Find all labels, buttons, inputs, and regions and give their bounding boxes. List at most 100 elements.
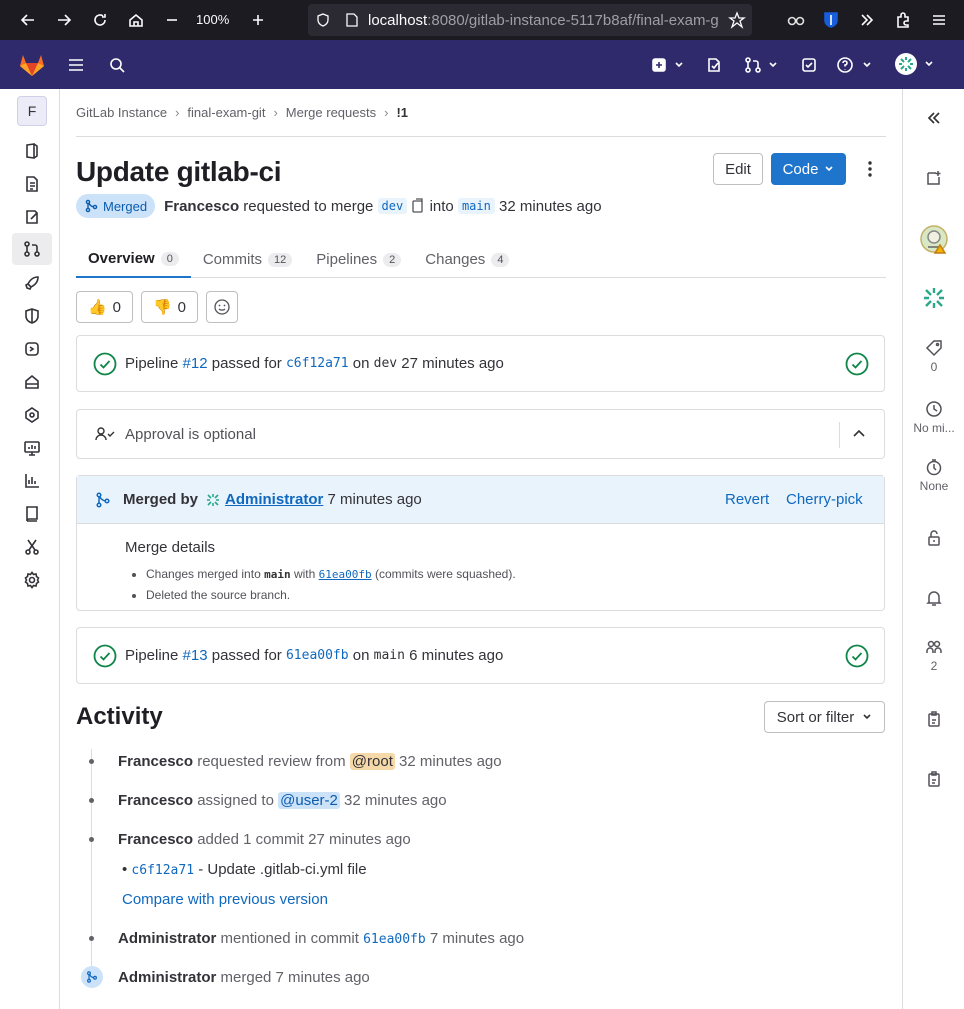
thumbs-down-button[interactable]: 👎 0	[141, 291, 198, 323]
merged-by-user-link[interactable]: Administrator	[225, 491, 323, 508]
zoom-in-icon[interactable]	[247, 9, 269, 31]
add-todo-icon[interactable]	[903, 169, 964, 190]
manage-icon[interactable]	[23, 175, 41, 193]
menu-icon[interactable]	[928, 9, 950, 31]
monitor-icon[interactable]	[23, 406, 41, 424]
target-branch[interactable]: main	[457, 198, 495, 214]
wiki-icon[interactable]	[23, 505, 41, 523]
timeline-dot	[89, 759, 94, 764]
chevron-up-icon[interactable]	[851, 426, 867, 442]
pipeline-stage-passed-icon[interactable]	[845, 352, 869, 376]
labels-icon[interactable]: 0	[903, 339, 964, 374]
plan-icon[interactable]	[23, 208, 41, 226]
breadcrumb-item-current[interactable]: !1	[396, 105, 408, 120]
analyze-icon[interactable]	[23, 439, 41, 457]
bookmark-star-icon[interactable]	[728, 11, 746, 29]
zoom-out-icon[interactable]	[161, 9, 183, 31]
operate-icon[interactable]	[23, 373, 41, 391]
commit-link[interactable]: c6f12a71	[131, 863, 194, 878]
tab-overview[interactable]: Overview 0	[76, 241, 191, 278]
more-actions-icon[interactable]	[858, 153, 882, 185]
merge-commit-link[interactable]: 61ea00fb	[319, 568, 372, 581]
extensions-icon[interactable]	[892, 9, 914, 31]
pipeline-link[interactable]: #13	[183, 647, 208, 664]
notifications-bell-icon[interactable]	[903, 589, 964, 610]
help-icon[interactable]	[836, 54, 874, 76]
shield-icon[interactable]	[315, 12, 331, 28]
add-reaction-button[interactable]	[206, 291, 238, 323]
todo-icon[interactable]	[800, 54, 818, 76]
pipeline-passed-icon[interactable]	[93, 644, 117, 668]
tab-pipelines[interactable]: Pipelines 2	[304, 241, 413, 278]
issues-icon[interactable]	[705, 54, 723, 76]
chart-icon[interactable]	[23, 472, 41, 490]
back-icon[interactable]	[17, 9, 39, 31]
page-title: Update gitlab-ci	[76, 156, 282, 187]
reviewer-avatar[interactable]	[903, 285, 964, 314]
user-mention[interactable]: @root	[349, 753, 395, 770]
merge-details-item: Deleted the source branch.	[146, 585, 884, 605]
url-bar[interactable]: localhost:8080/gitlab-instance-5117b8af/…	[308, 4, 752, 36]
merge-event-icon	[81, 966, 103, 988]
overflow-chevrons-icon[interactable]	[856, 9, 878, 31]
tab-commits[interactable]: Commits 12	[191, 241, 304, 278]
breadcrumb-item[interactable]: final-exam-git	[187, 105, 265, 120]
pipeline-stage-passed-icon[interactable]	[845, 644, 869, 668]
tab-changes[interactable]: Changes 4	[413, 241, 521, 278]
sort-filter-dropdown[interactable]: Sort or filter	[764, 701, 885, 733]
project-overview-icon[interactable]	[23, 142, 41, 160]
copy-icon[interactable]	[411, 198, 425, 214]
commit-link[interactable]: 61ea00fb	[363, 932, 426, 947]
build-rocket-icon[interactable]	[23, 274, 41, 292]
activity-heading: Activity	[76, 703, 163, 730]
pipeline-link[interactable]: #12	[183, 355, 208, 372]
project-avatar[interactable]: F	[17, 96, 47, 126]
user-avatar[interactable]	[894, 53, 940, 75]
mr-right-sidebar: 0 No mi... None 2	[902, 89, 964, 1009]
gitlab-logo-icon[interactable]	[19, 54, 45, 76]
thumbs-up-button[interactable]: 👍 0	[76, 291, 133, 323]
revert-button[interactable]: Revert	[725, 491, 769, 508]
milestone-icon[interactable]: No mi...	[903, 400, 964, 435]
chevron-down-icon	[863, 714, 871, 720]
bitwarden-icon[interactable]	[820, 9, 842, 31]
reload-icon[interactable]	[89, 9, 111, 31]
source-branch[interactable]: dev	[377, 198, 408, 214]
copy-branch-icon[interactable]	[903, 770, 964, 791]
activity-item: Francesco assigned to @user-2 32 minutes…	[118, 792, 447, 809]
edit-button[interactable]: Edit	[713, 153, 763, 185]
cherry-pick-button[interactable]: Cherry-pick	[786, 491, 863, 508]
pipeline-passed-icon[interactable]	[93, 352, 117, 376]
participants-icon[interactable]: 2	[903, 638, 964, 673]
time-tracking-icon[interactable]: None	[903, 458, 964, 493]
merge-icon	[85, 199, 98, 213]
collapse-sidebar-icon[interactable]	[903, 109, 964, 130]
breadcrumb-item[interactable]: GitLab Instance	[76, 105, 167, 120]
search-icon[interactable]	[108, 54, 126, 76]
settings-icon[interactable]	[23, 571, 41, 589]
snippets-icon[interactable]	[23, 538, 41, 556]
code-dropdown-button[interactable]: Code	[771, 153, 846, 185]
forward-icon[interactable]	[53, 9, 75, 31]
activity-item: Administrator merged 7 minutes ago	[118, 969, 370, 986]
assignee-avatar[interactable]	[903, 225, 964, 258]
author-name[interactable]: Francesco	[164, 198, 239, 215]
compare-link[interactable]: Compare with previous version	[122, 891, 328, 908]
secure-shield-icon[interactable]	[23, 307, 41, 325]
copy-reference-icon[interactable]	[903, 710, 964, 731]
breadcrumb-item[interactable]: Merge requests	[286, 105, 376, 120]
commit-link[interactable]: 61ea00fb	[286, 648, 349, 663]
extension-glasses-icon[interactable]	[785, 9, 807, 31]
sidebar-toggle-icon[interactable]	[67, 54, 85, 76]
code-merge-icon[interactable]	[23, 240, 41, 258]
create-new-icon[interactable]	[651, 54, 685, 76]
activity-item: Administrator mentioned in commit 61ea00…	[118, 930, 525, 947]
commit-link[interactable]: c6f12a71	[286, 356, 349, 371]
merge-requests-icon[interactable]	[744, 54, 780, 76]
home-icon[interactable]	[125, 9, 147, 31]
zoom-level[interactable]: 100%	[196, 12, 229, 27]
user-mention[interactable]: @user-2	[278, 792, 340, 809]
lock-icon[interactable]	[903, 529, 964, 550]
deploy-icon[interactable]	[23, 340, 41, 358]
timeline-dot	[89, 798, 94, 803]
